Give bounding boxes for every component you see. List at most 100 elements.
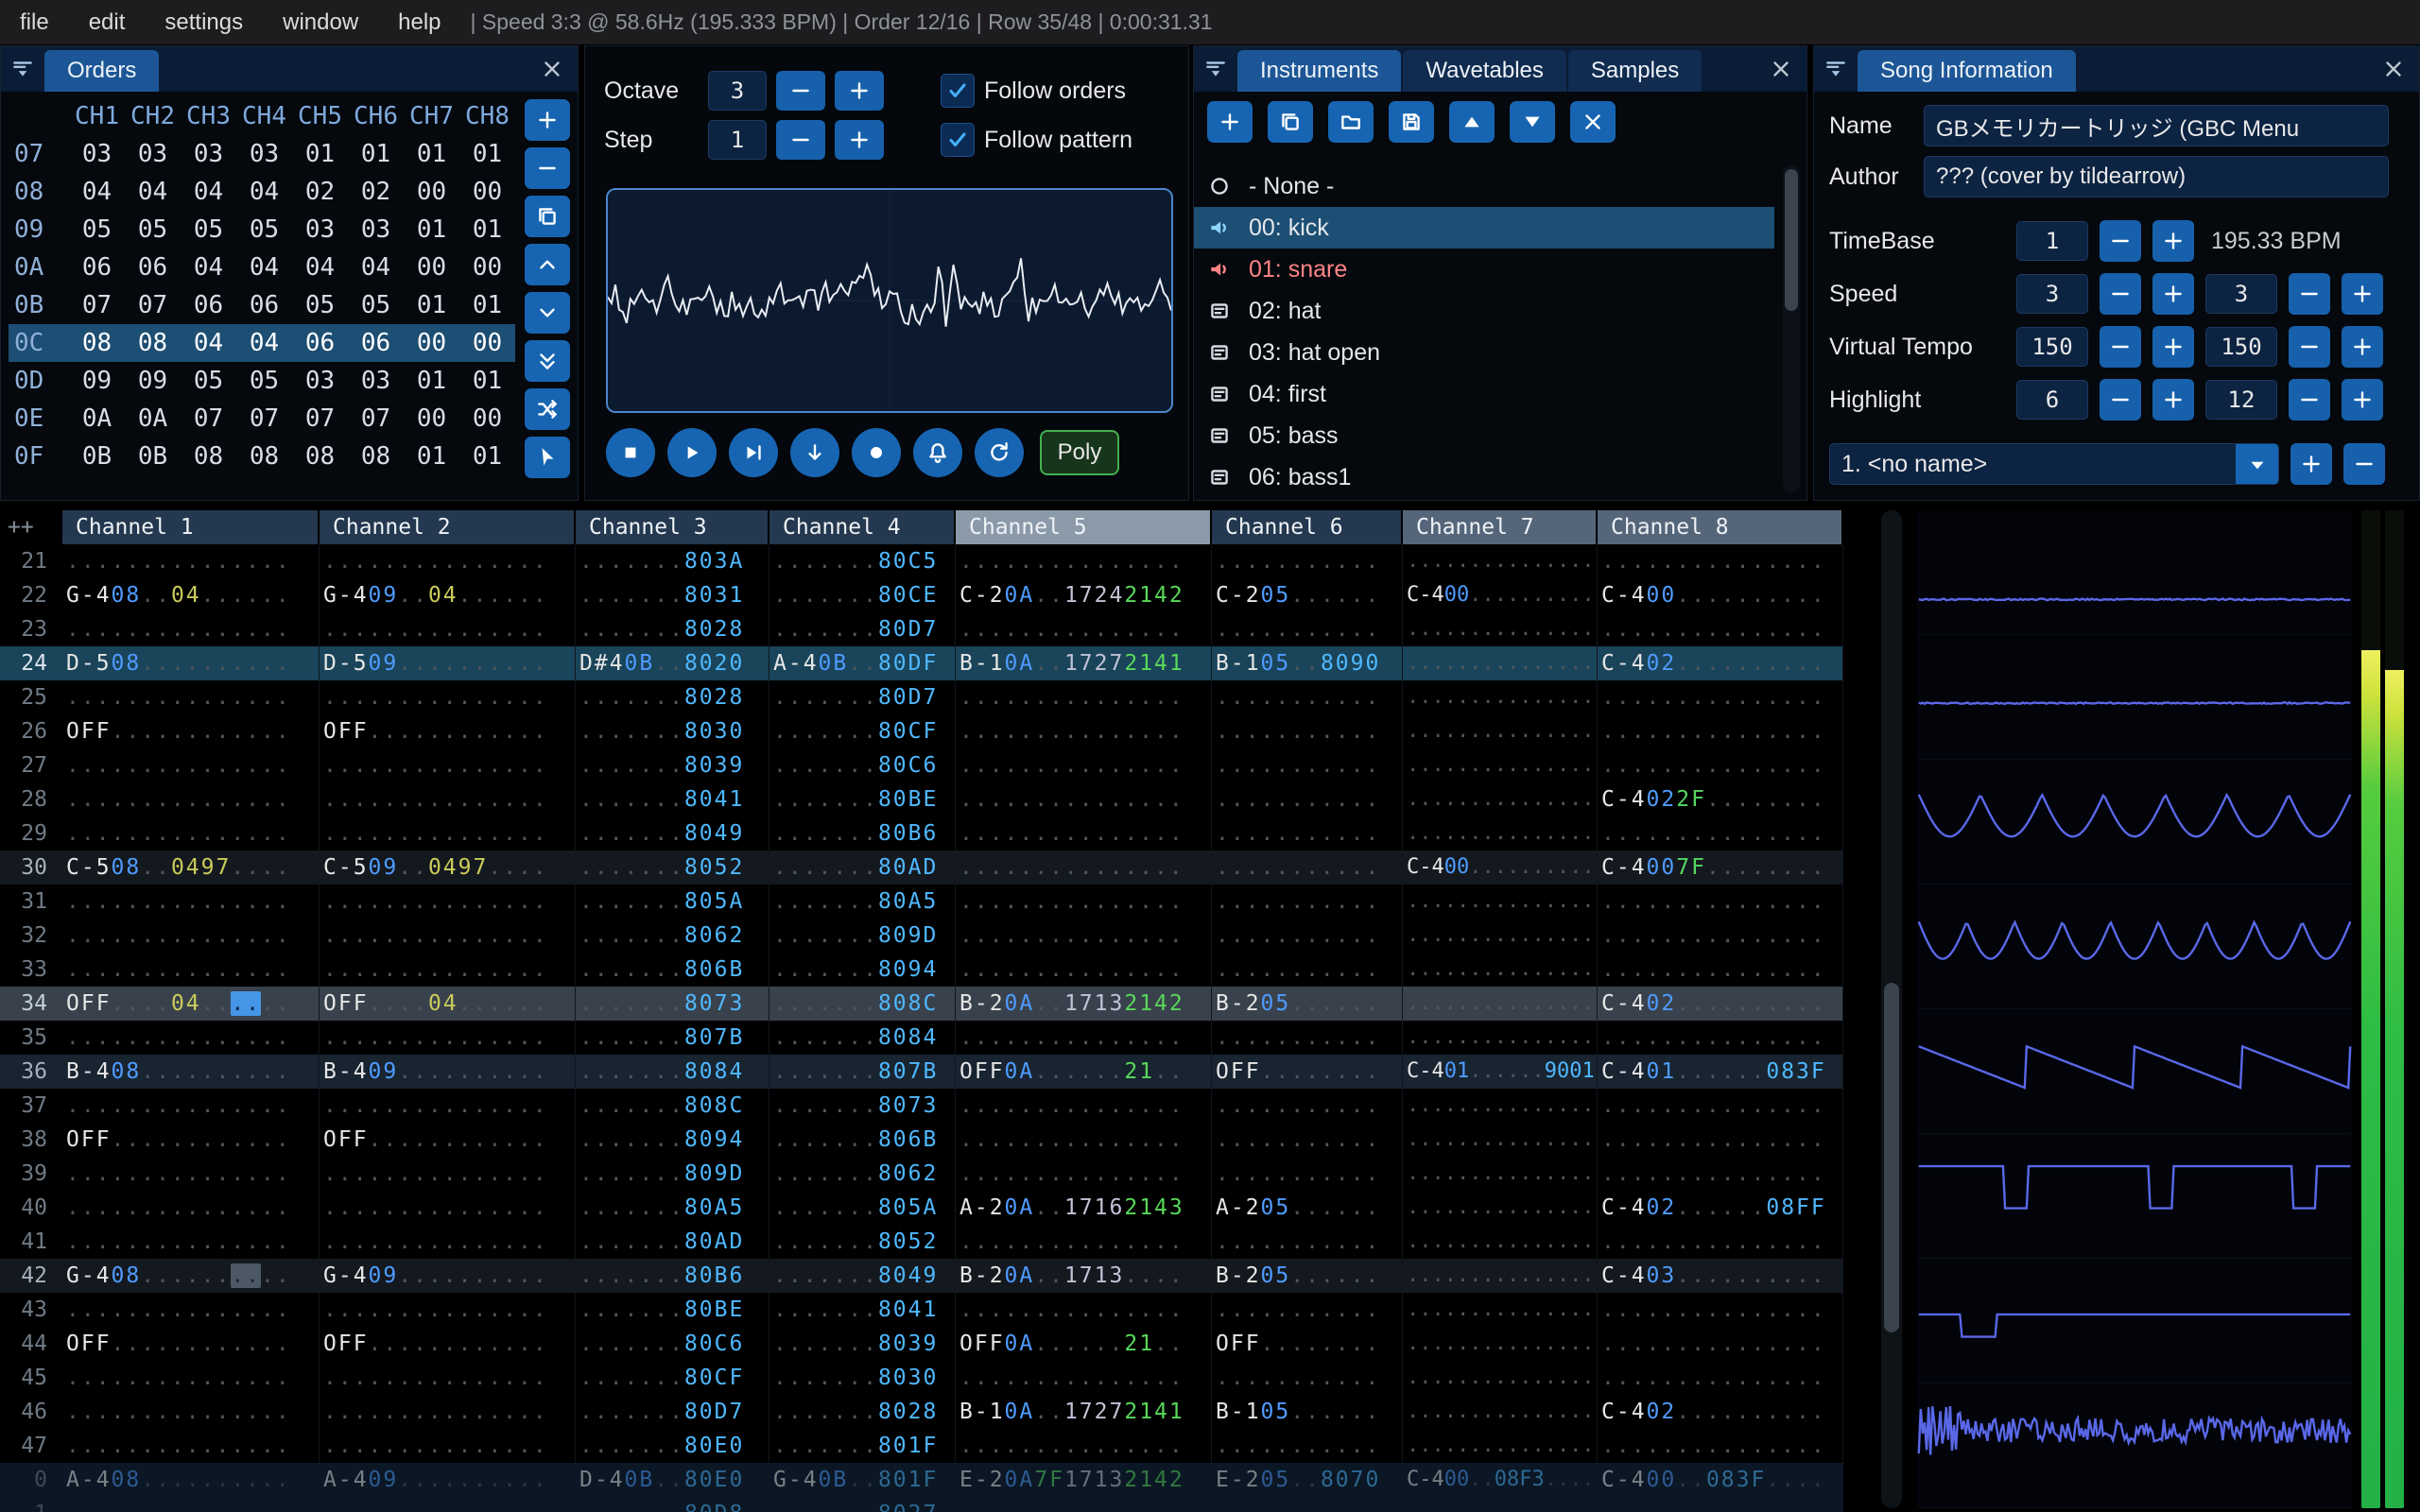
channel-header[interactable]: Channel 3 (576, 510, 769, 544)
pattern-cell[interactable]: OFF............ (320, 1123, 576, 1157)
order-cell[interactable]: 03 (348, 215, 404, 244)
pattern-cell[interactable]: .......801F (769, 1429, 956, 1463)
pattern-cell[interactable]: ............... (62, 1293, 320, 1327)
order-cell[interactable]: 04 (236, 329, 292, 357)
pattern-cell[interactable]: .......80D8 (576, 1497, 769, 1512)
pattern-cell[interactable]: ............... (1598, 1089, 1843, 1123)
pattern-cell[interactable]: ........... (1212, 953, 1403, 987)
pattern-cell[interactable]: C-400..083F.... (1598, 1463, 1843, 1497)
order-cell[interactable]: 07 (292, 404, 348, 433)
pattern-cell[interactable]: ........... (1212, 612, 1403, 646)
subsong-add-button[interactable] (2290, 443, 2332, 485)
order-duplicate-to-end-button[interactable] (525, 340, 570, 382)
pattern-cell[interactable]: .......8030 (576, 714, 769, 748)
pattern-cell[interactable]: E-205..8070 (1212, 1463, 1403, 1497)
pattern-cell[interactable]: C-400.......... (1403, 850, 1598, 885)
pattern-cell[interactable]: .......809D (769, 919, 956, 953)
pattern-cell[interactable]: ............... (956, 885, 1212, 919)
pattern-cell[interactable]: ........... (1212, 782, 1403, 816)
order-cell[interactable]: 05 (236, 215, 292, 244)
instrument-delete-button[interactable] (1570, 101, 1616, 143)
pattern-cell[interactable]: ............... (320, 953, 576, 987)
order-cell[interactable]: 05 (125, 215, 181, 244)
increment-button[interactable] (2152, 326, 2194, 368)
pattern-cell[interactable]: ............... (1403, 1361, 1598, 1395)
pattern-cell[interactable]: ............... (62, 1395, 320, 1429)
pattern-cell[interactable]: .......8073 (576, 987, 769, 1021)
pattern-cell[interactable]: ............... (1598, 1123, 1843, 1157)
decrement-button[interactable] (2100, 273, 2141, 315)
order-cell[interactable]: 00 (404, 178, 459, 206)
increment-button[interactable] (2342, 379, 2383, 421)
chevron-down-icon[interactable] (2236, 443, 2279, 485)
order-cell[interactable]: 04 (181, 178, 236, 206)
pattern-cell[interactable]: ............... (62, 816, 320, 850)
increment-button[interactable] (2342, 273, 2383, 315)
order-cell[interactable]: 09 (69, 367, 125, 395)
follow-pattern-checkbox[interactable] (941, 123, 975, 157)
channel-header[interactable]: Channel 2 (320, 510, 576, 544)
order-cell[interactable]: 0B (69, 442, 125, 471)
pattern-cell[interactable]: ........... (1212, 919, 1403, 953)
pattern-cell[interactable]: .......8041 (769, 1293, 956, 1327)
poly-button[interactable]: Poly (1040, 430, 1119, 475)
pattern-cell[interactable]: .......8094 (769, 953, 956, 987)
pattern-cell[interactable]: ........... (1212, 850, 1403, 885)
pattern-cell[interactable]: ............... (320, 816, 576, 850)
pattern-cell[interactable]: ............... (1403, 748, 1598, 782)
pattern-cell[interactable]: C-400.......... (1598, 578, 1843, 612)
pattern-cell[interactable]: B-105..8090 (1212, 646, 1403, 680)
pattern-cell[interactable]: ............... (62, 1089, 320, 1123)
step-increment-button[interactable] (835, 120, 884, 160)
pattern-cell[interactable]: ............... (62, 953, 320, 987)
pattern-cell[interactable]: B-408.......... (62, 1055, 320, 1089)
pattern-cell[interactable]: ............... (956, 1089, 1212, 1123)
order-cell[interactable]: 01 (459, 291, 515, 319)
pattern-cell[interactable]: ............... (1598, 885, 1843, 919)
pattern-cell[interactable]: .......8094 (576, 1123, 769, 1157)
decrement-button[interactable] (2289, 326, 2330, 368)
pattern-cell[interactable]: ............... (956, 748, 1212, 782)
follow-orders-checkbox[interactable] (941, 74, 975, 108)
collapse-icon[interactable] (1194, 46, 1237, 92)
song-name-input[interactable]: GBメモリカートリッジ (GBC Menu (1924, 105, 2389, 146)
field-value-box[interactable]: 12 (2205, 380, 2277, 420)
pattern-cell[interactable]: .......8030 (769, 1361, 956, 1395)
pattern-cell[interactable]: C-4022F........ (1598, 782, 1843, 816)
pattern-cell[interactable]: ............... (1403, 1191, 1598, 1225)
menu-window[interactable]: window (263, 0, 378, 45)
order-cell[interactable]: 06 (236, 291, 292, 319)
pattern-cell[interactable]: ............... (1403, 1259, 1598, 1293)
pattern-cell[interactable]: .......8031 (576, 578, 769, 612)
pattern-cell[interactable]: ............... (956, 919, 1212, 953)
pattern-cell[interactable]: .......8028 (576, 612, 769, 646)
pattern-cell[interactable]: .......80CF (576, 1361, 769, 1395)
pattern-cell[interactable]: .......80AD (576, 1225, 769, 1259)
field-value-box[interactable]: 3 (2016, 274, 2088, 314)
pattern-cell[interactable]: OFF........ (1212, 1327, 1403, 1361)
pattern-cell[interactable]: ........... (1212, 748, 1403, 782)
pattern-cell[interactable]: ............... (1598, 1497, 1843, 1512)
order-cell[interactable]: 00 (459, 329, 515, 357)
menu-help[interactable]: help (378, 0, 460, 45)
pattern-cell[interactable]: OFF............ (62, 1123, 320, 1157)
order-cell[interactable]: 06 (348, 329, 404, 357)
order-cell[interactable]: 00 (404, 329, 459, 357)
pattern-cell[interactable]: .......80A5 (576, 1191, 769, 1225)
pattern-cell[interactable]: ............... (320, 1225, 576, 1259)
increment-button[interactable] (2342, 326, 2383, 368)
pattern-cell[interactable]: G-409..04...... (320, 578, 576, 612)
order-cell[interactable]: 05 (348, 291, 404, 319)
order-cell[interactable]: 02 (292, 178, 348, 206)
pattern-cell[interactable]: ............... (62, 612, 320, 646)
menu-settings[interactable]: settings (145, 0, 263, 45)
tab-orders[interactable]: Orders (44, 50, 159, 92)
scrollbar-thumb[interactable] (1785, 169, 1798, 311)
pattern-cell[interactable]: G-40B..801F (769, 1463, 956, 1497)
instrument-move-down-button[interactable] (1510, 101, 1555, 143)
order-move-up-button[interactable] (525, 244, 570, 285)
order-cell[interactable]: 07 (236, 404, 292, 433)
pattern-cell[interactable]: ............... (320, 1429, 576, 1463)
pattern-cell[interactable]: A-205...... (1212, 1191, 1403, 1225)
order-cell[interactable]: 04 (236, 253, 292, 282)
